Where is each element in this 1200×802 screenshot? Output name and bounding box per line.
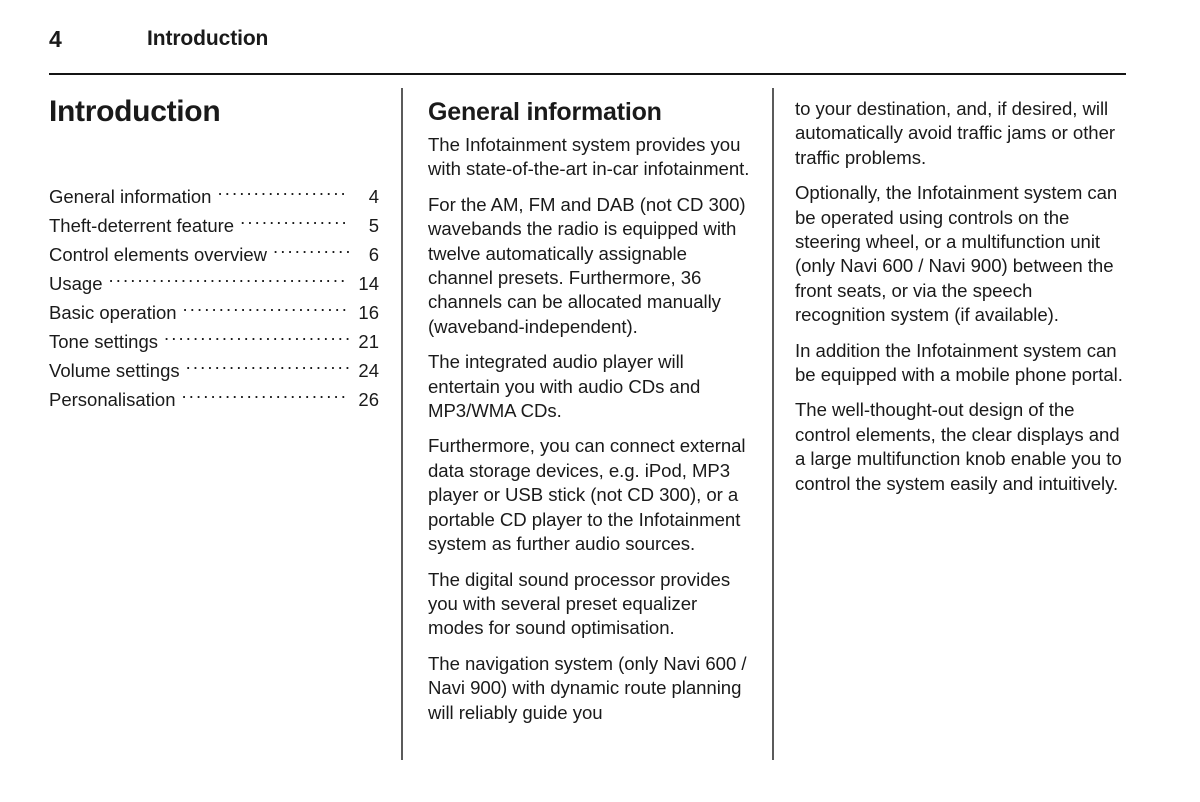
toc-dot-leader	[217, 183, 349, 203]
middle-column: General information The Infotainment sys…	[428, 88, 753, 725]
toc-entry[interactable]: General information 4	[49, 182, 379, 211]
header-rule	[49, 73, 1126, 75]
toc-entry-label: Usage	[49, 273, 103, 294]
body-paragraph: The navigation system (only Navi 600 / N…	[428, 652, 747, 723]
toc-entry-page: 16	[358, 302, 379, 323]
toc-entry-label: Volume settings	[49, 360, 180, 381]
body-paragraph: The integrated audio player will enterta…	[428, 351, 701, 422]
toc-entry-label: Theft-deterrent feature	[49, 215, 235, 236]
page-number: 4	[49, 26, 62, 52]
toc-entry[interactable]: Theft-deterrent feature 5	[49, 211, 379, 240]
body-paragraph: to your destination, and, if desired, wi…	[795, 98, 1116, 168]
toc-dot-leader	[108, 270, 349, 290]
toc-entry-page: 14	[358, 273, 379, 294]
toc-entry[interactable]: Tone settings 21	[49, 327, 379, 356]
toc-dot-leader	[240, 212, 349, 232]
toc-entry-page: 4	[368, 186, 379, 207]
toc-entry[interactable]: Personalisation 26	[49, 385, 379, 414]
chapter-title: Introduction	[49, 95, 221, 128]
toc-dot-leader	[183, 299, 349, 319]
toc-entry-page: 21	[358, 331, 379, 352]
toc-dot-leader	[182, 386, 350, 406]
toc-dot-leader	[273, 241, 349, 261]
column-divider-left	[401, 88, 403, 760]
body-paragraph: Furthermore, you can connect external da…	[428, 435, 746, 555]
body-paragraph: The Infotainment system provides you wit…	[428, 134, 750, 180]
toc-dot-leader	[164, 328, 349, 348]
toc-entry[interactable]: Basic operation 16	[49, 298, 379, 327]
toc-entry[interactable]: Control elements overview 6	[49, 240, 379, 269]
body-paragraph: For the AM, FM and DAB (not CD 300) wave…	[428, 193, 746, 337]
table-of-contents: General information 4 Theft-deterrent fe…	[49, 182, 379, 414]
left-column: Introduction General information 4 Theft…	[49, 88, 379, 414]
body-paragraph: Optionally, the Infotainment system can …	[795, 182, 1118, 326]
page-header: 4 Introduction	[49, 24, 1125, 56]
toc-entry-page: 5	[368, 215, 379, 236]
body-paragraph: The digital sound processor provides you…	[428, 568, 731, 639]
right-column: to your destination, and, if desired, wi…	[795, 88, 1126, 496]
toc-dot-leader	[186, 357, 349, 377]
toc-entry-label: Basic operation	[49, 302, 177, 323]
section-heading-general-information: General information	[428, 98, 662, 126]
body-paragraph: The well-thought-out design of the contr…	[795, 399, 1122, 494]
toc-entry-page: 6	[368, 244, 379, 265]
toc-entry-label: Tone settings	[49, 331, 159, 352]
toc-entry[interactable]: Usage 14	[49, 269, 379, 298]
toc-entry-label: General information	[49, 186, 212, 207]
column-divider-right	[772, 88, 774, 760]
toc-entry-label: Control elements overview	[49, 244, 267, 265]
toc-entry-page: 24	[358, 360, 379, 381]
header-chapter-title: Introduction	[147, 27, 269, 50]
toc-entry[interactable]: Volume settings 24	[49, 356, 379, 385]
toc-entry-page: 26	[358, 389, 379, 410]
body-paragraph: In addition the Infotainment system can …	[795, 339, 1123, 386]
manual-page: 4 Introduction Introduction General info…	[0, 0, 1200, 802]
toc-entry-label: Personalisation	[49, 389, 176, 410]
